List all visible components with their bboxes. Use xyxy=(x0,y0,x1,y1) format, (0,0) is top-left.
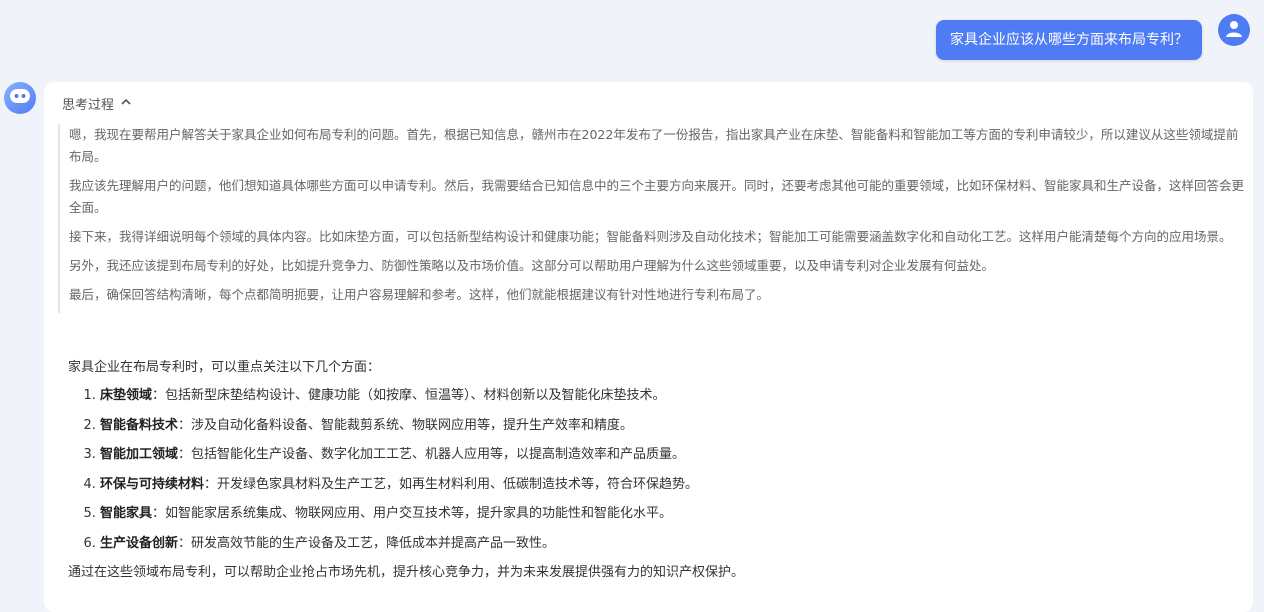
list-item: 床垫领域：包括新型床垫结构设计、健康功能（如按摩、恒温等）、材料创新以及智能化床… xyxy=(100,386,1228,406)
thinking-paragraph: 另外，我还应该提到布局专利的好处，比如提升竞争力、防御性策略以及市场价值。这部分… xyxy=(69,258,995,273)
thinking-toggle[interactable]: 思考过程 xyxy=(62,94,132,113)
bot-icon xyxy=(8,86,32,110)
thinking-paragraph: 嗯，我现在要帮用户解答关于家具企业如何布局专利的问题。首先，根据已知信息，赣州市… xyxy=(69,127,1239,164)
user-message-row: 家具企业应该从哪些方面来布局专利？ xyxy=(936,14,1250,60)
list-item-text: ：包括新型床垫结构设计、健康功能（如按摩、恒温等）、材料创新以及智能化床垫技术。 xyxy=(152,388,666,403)
list-item-title: 床垫领域 xyxy=(100,388,153,403)
answer-outro: 通过在这些领域布局专利，可以帮助企业抢占市场先机，提升核心竞争力，并为未来发展提… xyxy=(68,565,745,580)
list-item: 智能加工领域：包括智能化生产设备、数字化加工工艺、机器人应用等，以提高制造效率和… xyxy=(100,445,1228,465)
user-message-bubble: 家具企业应该从哪些方面来布局专利？ xyxy=(936,20,1202,60)
thinking-paragraph: 接下来，我得详细说明每个领域的具体内容。比如床垫方面，可以包括新型结构设计和健康… xyxy=(69,229,1232,244)
answer-intro: 家具企业在布局专利时，可以重点关注以下几个方面： xyxy=(68,360,381,375)
list-item: 环保与可持续材料：开发绿色家具材料及生产工艺，如再生材料利用、低碳制造技术等，符… xyxy=(100,475,1228,495)
answer-content: 家具企业在布局专利时，可以重点关注以下几个方面： 床垫领域：包括新型床垫结构设计… xyxy=(68,358,1228,583)
list-item: 生产设备创新：研发高效节能的生产设备及工艺，降低成本并提高产品一致性。 xyxy=(100,534,1228,554)
thinking-content: 嗯，我现在要帮用户解答关于家具企业如何布局专利的问题。首先，根据已知信息，赣州市… xyxy=(58,124,1249,313)
list-item-text: ：涉及自动化备料设备、智能裁剪系统、物联网应用等，提升生产效率和精度。 xyxy=(178,417,634,433)
list-item-title: 生产设备创新 xyxy=(100,535,179,551)
list-item: 智能备料技术：涉及自动化备料设备、智能裁剪系统、物联网应用等，提升生产效率和精度… xyxy=(100,416,1228,436)
list-item: 智能家具：如智能家居系统集成、物联网应用、用户交互技术等，提升家具的功能性和智能… xyxy=(100,504,1228,524)
list-item-text: ：包括智能化生产设备、数字化加工工艺、机器人应用等，以提高制造效率和产品质量。 xyxy=(178,447,686,462)
list-item-text: ：开发绿色家具材料及生产工艺，如再生材料利用、低碳制造技术等，符合环保趋势。 xyxy=(204,476,699,492)
bot-avatar xyxy=(4,82,36,114)
thinking-toggle-label: 思考过程 xyxy=(62,98,115,113)
thinking-paragraph: 我应该先理解用户的问题，他们想知道具体哪些方面可以申请专利。然后，我需要结合已知… xyxy=(69,178,1245,215)
user-icon xyxy=(1224,18,1244,42)
list-item-text: ：研发高效节能的生产设备及工艺，降低成本并提高产品一致性。 xyxy=(178,535,556,551)
chevron-up-icon xyxy=(120,96,132,112)
list-item-text: ：如智能家居系统集成、物联网应用、用户交互技术等，提升家具的功能性和智能化水平。 xyxy=(152,506,673,521)
list-item-title: 智能加工领域 xyxy=(100,447,179,462)
list-item-title: 智能备料技术 xyxy=(100,417,179,433)
list-item-title: 智能家具 xyxy=(100,506,153,521)
answer-list: 床垫领域：包括新型床垫结构设计、健康功能（如按摩、恒温等）、材料创新以及智能化床… xyxy=(68,386,1228,554)
user-avatar xyxy=(1218,14,1250,46)
thinking-paragraph: 最后，确保回答结构清晰，每个点都简明扼要，让用户容易理解和参考。这样，他们就能根… xyxy=(69,287,770,302)
list-item-title: 环保与可持续材料 xyxy=(100,476,205,492)
assistant-message-card: 思考过程 嗯，我现在要帮用户解答关于家具企业如何布局专利的问题。首先，根据已知信… xyxy=(44,82,1253,612)
